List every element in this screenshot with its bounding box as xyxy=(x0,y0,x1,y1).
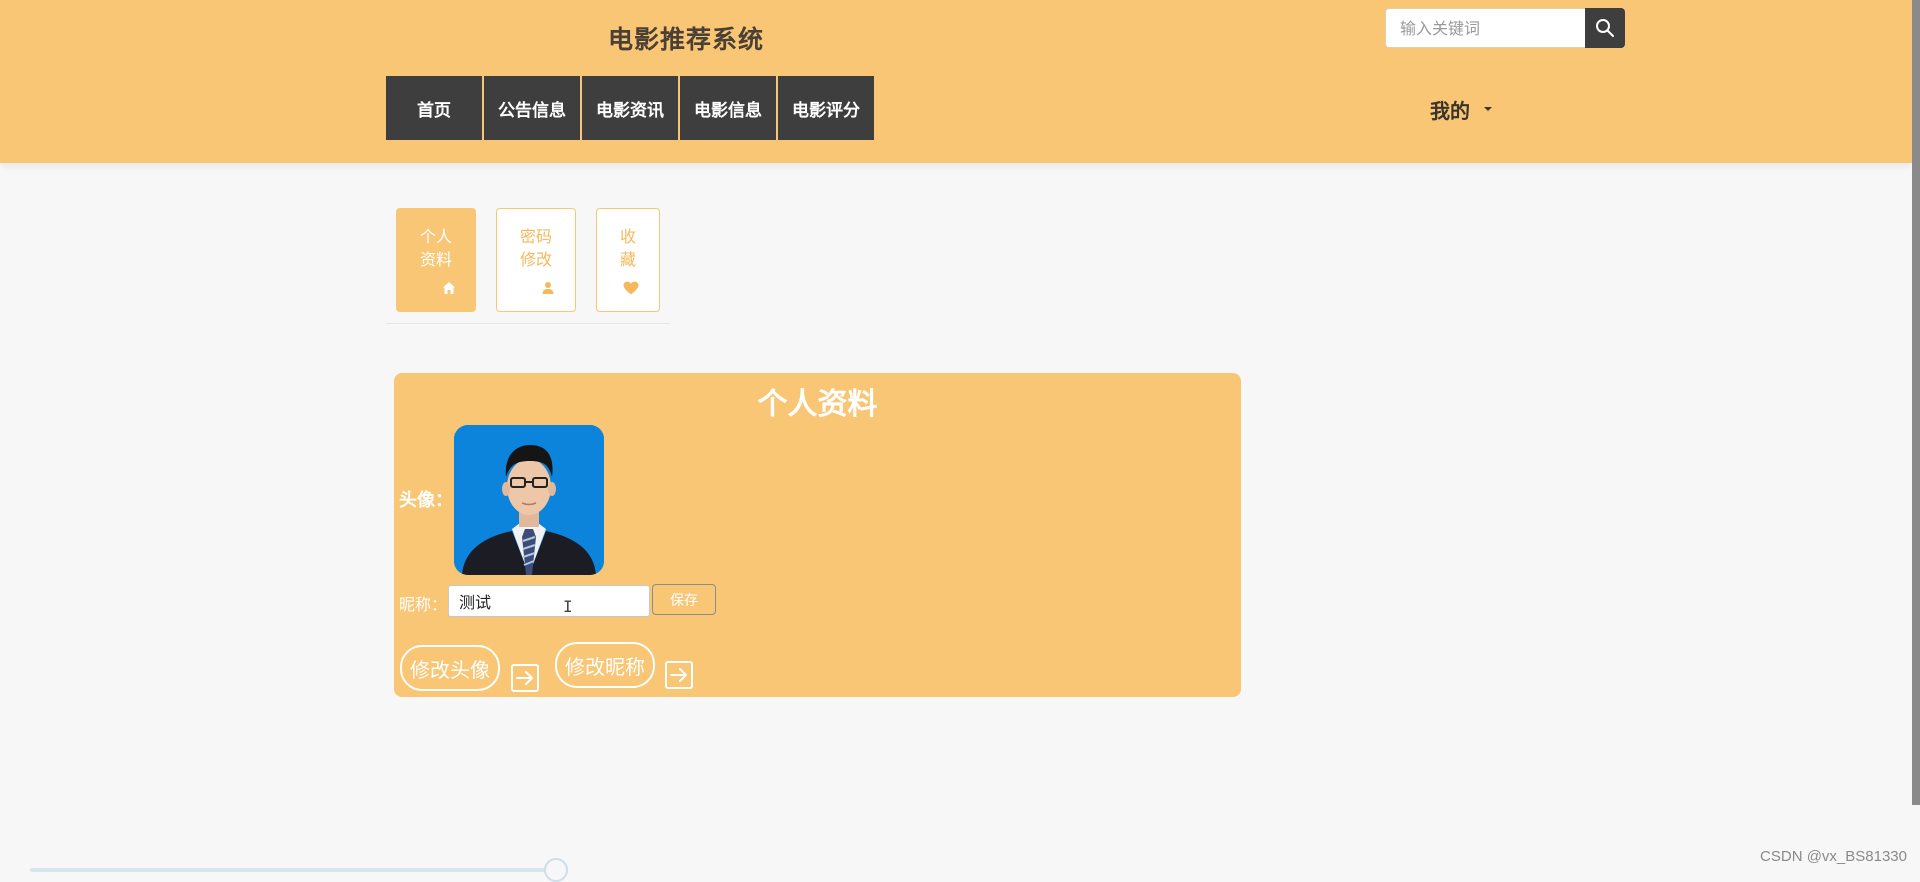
tab-change-password[interactable]: 密码 修改 xyxy=(496,208,576,312)
search-button[interactable] xyxy=(1585,8,1625,48)
tab-profile[interactable]: 个人 资料 xyxy=(396,208,476,312)
tab-profile-label: 个人 资料 xyxy=(419,227,452,269)
user-menu-dropdown[interactable]: 我的 xyxy=(1430,96,1492,123)
user-menu-label: 我的 xyxy=(1430,98,1470,123)
main-nav: 首页 公告信息 电影资讯 电影信息 电影评分 xyxy=(386,76,876,140)
nav-movie-info[interactable]: 电影信息 xyxy=(680,76,776,140)
home-icon xyxy=(443,282,455,294)
avatar-image[interactable] xyxy=(454,425,604,575)
nickname-label: 昵称： xyxy=(399,595,448,614)
nav-movie-ratings[interactable]: 电影评分 xyxy=(778,76,874,140)
tab-password-label: 密码 修改 xyxy=(519,227,552,269)
change-nickname-arrow-button[interactable] xyxy=(665,661,693,689)
nickname-input[interactable] xyxy=(448,585,650,617)
change-nickname-button[interactable]: 修改昵称 xyxy=(555,642,655,688)
profile-panel: 个人资料 头像： 昵称： 测试 I 保存 修改头像 修改昵称 xyxy=(394,373,1241,697)
arrow-right-icon xyxy=(516,671,533,685)
arrow-right-icon xyxy=(670,668,687,682)
profile-title: 个人资料 xyxy=(757,387,878,422)
watermark-text: CSDN @vx_BS81330 xyxy=(1760,848,1907,865)
change-avatar-button[interactable]: 修改头像 xyxy=(400,645,500,691)
bottom-slider-track[interactable] xyxy=(30,868,556,872)
search-icon xyxy=(1596,19,1614,37)
avatar-label: 头像： xyxy=(399,490,453,511)
site-title: 电影推荐系统 xyxy=(607,25,764,54)
bottom-slider-handle[interactable] xyxy=(544,858,568,882)
vertical-scrollbar[interactable] xyxy=(1912,0,1920,805)
heart-icon xyxy=(623,281,639,295)
avatar-portrait xyxy=(454,425,604,575)
user-icon xyxy=(542,282,554,294)
profile-tabs: 个人 资料 密码 修改 收 藏 xyxy=(386,208,670,324)
tab-favorites-label: 收 藏 xyxy=(619,227,636,269)
tab-favorites[interactable]: 收 藏 xyxy=(596,208,660,312)
top-header: 电影推荐系统 首页 公告信息 电影资讯 电影信息 电影评分 我的 xyxy=(0,0,1912,163)
change-avatar-arrow-button[interactable] xyxy=(511,664,539,692)
nav-movie-news[interactable]: 电影资讯 xyxy=(582,76,678,140)
text-cursor-icon: I xyxy=(563,597,573,616)
save-button[interactable]: 保存 xyxy=(652,584,716,615)
nav-announcements[interactable]: 公告信息 xyxy=(484,76,580,140)
nav-home[interactable]: 首页 xyxy=(386,76,482,140)
caret-down-icon xyxy=(1484,107,1492,111)
